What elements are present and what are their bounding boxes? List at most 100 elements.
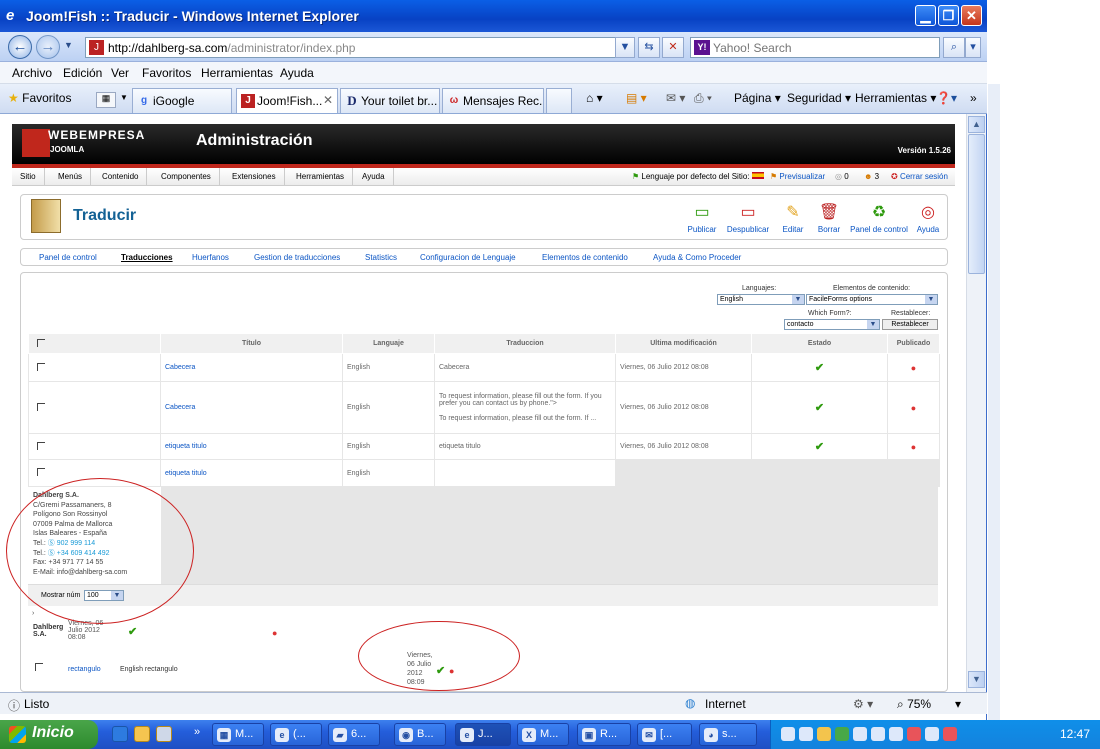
- chevron-more-icon[interactable]: »: [970, 91, 977, 105]
- restore-button[interactable]: ❐: [938, 5, 959, 26]
- menu-ayuda-joomla[interactable]: Ayuda: [354, 168, 394, 186]
- search-options-icon[interactable]: ▾: [965, 37, 981, 58]
- which-form-select[interactable]: contacto ▼: [784, 319, 880, 330]
- tab-mensajes[interactable]: ω Mensajes Rec...: [442, 88, 544, 113]
- scroll-up-icon[interactable]: ▲: [968, 116, 985, 133]
- protected-mode-icon[interactable]: ⚙ ▾: [853, 697, 873, 711]
- unpublished-icon[interactable]: ●: [887, 381, 940, 434]
- zoom-level[interactable]: ⌕ 75%: [897, 697, 931, 712]
- select-all-checkbox[interactable]: [28, 333, 161, 354]
- unpublish-button[interactable]: ▭ Despublicar: [725, 203, 771, 234]
- language-select[interactable]: English ▼: [717, 294, 805, 305]
- task-button[interactable]: ◉ B...: [394, 723, 446, 746]
- tray-icon[interactable]: [835, 727, 849, 741]
- tray-icon[interactable]: [925, 727, 939, 741]
- menu-herramientas[interactable]: Herramientas: [201, 66, 273, 80]
- preview-link[interactable]: ⚑ Previsualizar: [770, 172, 825, 181]
- row-title[interactable]: Cabecera: [160, 353, 343, 382]
- close-tab-icon[interactable]: ✕: [323, 93, 333, 107]
- refresh-icon[interactable]: ⇆: [638, 37, 660, 58]
- window-titlebar[interactable]: e Joom!Fish :: Traducir - Windows Intern…: [0, 0, 987, 32]
- control-panel-button[interactable]: ♻ Panel de control: [849, 203, 909, 234]
- menu-contenido[interactable]: Contenido: [94, 168, 148, 186]
- menu-edicion[interactable]: Edición: [63, 66, 102, 80]
- search-icon[interactable]: ⌕: [943, 37, 965, 58]
- tab-list-icon[interactable]: ▼: [120, 93, 128, 102]
- tray-icon[interactable]: [907, 727, 921, 741]
- task-button[interactable]: X M...: [517, 723, 569, 746]
- header-ultima-modificacion[interactable]: Ultima modificación: [615, 333, 752, 354]
- task-button[interactable]: ✉ [...: [637, 723, 692, 746]
- menu-extensiones[interactable]: Extensiones: [224, 168, 285, 186]
- task-button[interactable]: e (...: [270, 723, 322, 746]
- state-ok-icon[interactable]: ✔: [751, 433, 888, 460]
- users-count[interactable]: ☻ 3: [864, 172, 879, 181]
- state-ok-icon[interactable]: ✔: [128, 625, 137, 638]
- delete-button[interactable]: 🗑 Borrar: [813, 203, 845, 234]
- header-estado[interactable]: Estado: [751, 333, 888, 354]
- header-titulo[interactable]: Título: [160, 333, 343, 354]
- logout-link[interactable]: ✪ Cerrar sesión: [891, 172, 948, 181]
- page-menu[interactable]: Página ▾: [734, 91, 781, 105]
- desktop-quicklaunch-icon[interactable]: [156, 726, 172, 742]
- tab-joomfish[interactable]: J Joom!Fish... ✕: [236, 88, 338, 113]
- tray-icon[interactable]: [889, 727, 903, 741]
- content-elements-select[interactable]: FacileForms options ▼: [806, 294, 938, 305]
- search-input[interactable]: [713, 40, 933, 55]
- tray-icon[interactable]: [781, 727, 795, 741]
- menu-menus[interactable]: Menús: [50, 168, 92, 186]
- address-dropdown-icon[interactable]: ▼: [615, 37, 635, 58]
- firefox-quicklaunch-icon[interactable]: [134, 726, 150, 742]
- tray-icon[interactable]: [943, 727, 957, 741]
- row-checkbox[interactable]: [28, 433, 161, 460]
- row-checkbox[interactable]: [35, 663, 43, 671]
- task-button[interactable]: ◕ s...: [699, 723, 757, 746]
- task-button[interactable]: ▰ 6...: [328, 723, 380, 746]
- menu-ayuda[interactable]: Ayuda: [280, 66, 314, 80]
- minimize-button[interactable]: ▁: [915, 5, 936, 26]
- menu-sitio[interactable]: Sitio: [12, 168, 45, 186]
- tools-menu[interactable]: Herramientas ▾: [855, 91, 936, 105]
- tray-icon[interactable]: [871, 727, 885, 741]
- state-ok-icon[interactable]: ✔: [751, 353, 888, 382]
- menu-componentes[interactable]: Componentes: [153, 168, 220, 186]
- tray-icon[interactable]: [817, 727, 831, 741]
- start-button[interactable]: Inicio: [0, 720, 98, 749]
- row-checkbox[interactable]: [28, 353, 161, 382]
- task-button[interactable]: ▦ M...: [212, 723, 264, 746]
- publish-button[interactable]: ▭ Publicar: [681, 203, 723, 234]
- print-icon[interactable]: ⎙ ▾: [694, 91, 712, 106]
- unpublished-icon[interactable]: ●: [887, 353, 940, 382]
- submenu-gestion[interactable]: Gestion de traducciones: [254, 253, 340, 262]
- unpublished-icon[interactable]: ●: [272, 628, 277, 638]
- security-menu[interactable]: Seguridad ▾: [787, 91, 851, 105]
- menu-herramientas-joomla[interactable]: Herramientas: [288, 168, 354, 186]
- favorites-button[interactable]: ★ Favoritos: [8, 91, 71, 105]
- submenu-config-lenguaje[interactable]: Configuracion de Lenguaje: [420, 253, 516, 262]
- task-button-active[interactable]: e J...: [455, 723, 511, 746]
- state-ok-icon[interactable]: ✔: [751, 381, 888, 434]
- help-icon[interactable]: ❓▾: [936, 91, 957, 105]
- overflow-row-title[interactable]: rectangulo: [68, 666, 101, 673]
- help-button[interactable]: ◎ Ayuda: [913, 203, 943, 234]
- scroll-thumb[interactable]: [968, 134, 985, 274]
- menu-archivo[interactable]: Archivo: [12, 66, 52, 80]
- row-title[interactable]: etiqueta titulo: [160, 459, 343, 487]
- tray-icon[interactable]: [853, 727, 867, 741]
- submenu-ayuda[interactable]: Ayuda & Como Proceder: [653, 253, 741, 262]
- row-title[interactable]: Cabecera: [160, 381, 343, 434]
- messages-count[interactable]: ◎ 0: [835, 172, 849, 181]
- submenu-panel-control[interactable]: Panel de control: [39, 253, 97, 262]
- tray-icon[interactable]: [799, 727, 813, 741]
- row-checkbox[interactable]: [28, 381, 161, 434]
- mail-read-icon[interactable]: ✉ ▾: [666, 91, 685, 105]
- back-button[interactable]: ←: [8, 35, 32, 59]
- address-bar[interactable]: J http://dahlberg-sa.com/administrator/i…: [85, 37, 635, 58]
- menu-favoritos[interactable]: Favoritos: [142, 66, 191, 80]
- submenu-elementos[interactable]: Elementos de contenido: [542, 253, 628, 262]
- row-title[interactable]: etiqueta titulo: [160, 433, 343, 460]
- ie-quicklaunch-icon[interactable]: [112, 726, 128, 742]
- quicklaunch-more-icon[interactable]: »: [194, 726, 200, 738]
- tab-toilet[interactable]: D Your toilet br...: [340, 88, 440, 113]
- close-button[interactable]: ✕: [961, 5, 982, 26]
